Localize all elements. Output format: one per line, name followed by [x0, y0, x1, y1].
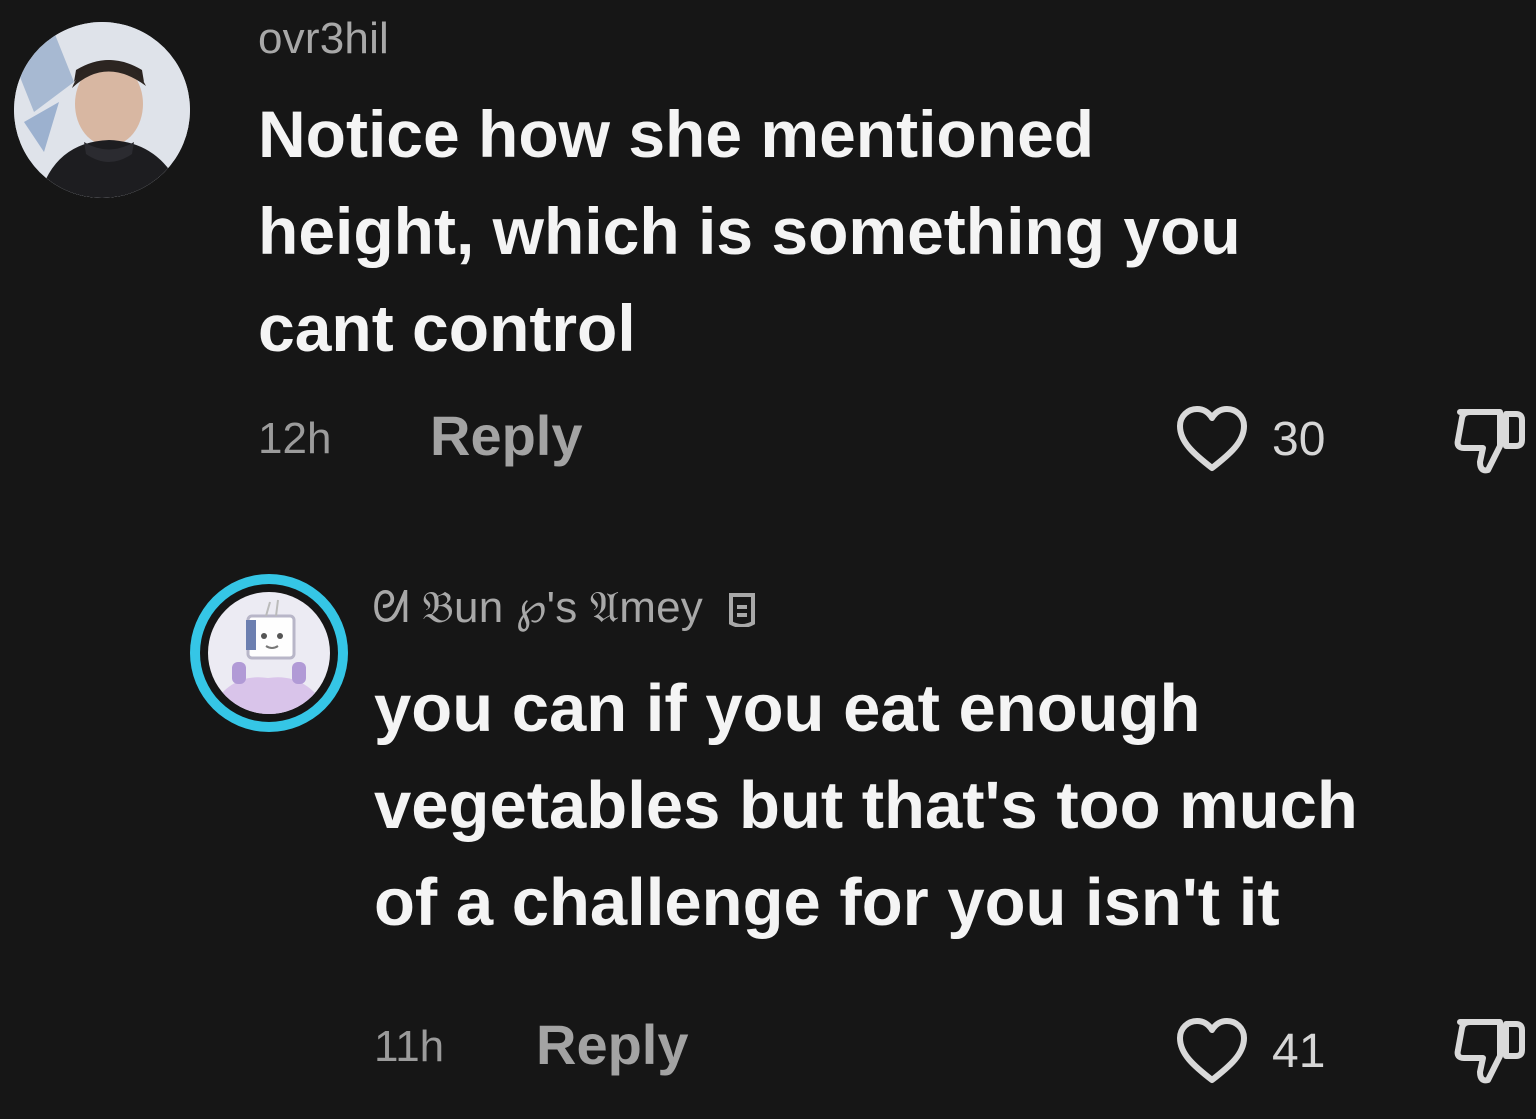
profile-photo-icon	[14, 22, 190, 198]
thumbs-down-icon	[1454, 1019, 1525, 1084]
reply-button[interactable]: Reply	[430, 403, 583, 468]
like-count: 41	[1272, 1024, 1326, 1078]
username-text: ᘛ 𝔅un ℘'s 𝔄mey	[372, 583, 704, 632]
badge-icon	[729, 593, 756, 628]
comment-username[interactable]: ovr3hil	[258, 14, 389, 64]
like-button[interactable]: 41	[1174, 1016, 1325, 1086]
reply-button[interactable]: Reply	[536, 1012, 689, 1077]
comment-username[interactable]: ᘛ 𝔅un ℘'s 𝔄mey	[372, 582, 757, 633]
dislike-button[interactable]	[1450, 1012, 1530, 1097]
comment-item: ᘛ 𝔅un ℘'s 𝔄mey you can if you eat enough…	[0, 560, 1536, 1119]
comment-timestamp: 11h	[374, 1022, 445, 1071]
avatar[interactable]	[14, 22, 190, 198]
like-button[interactable]: 30	[1174, 404, 1325, 474]
heart-outline-icon	[1177, 1018, 1247, 1083]
heart-outline-icon	[1177, 406, 1247, 471]
like-count: 30	[1272, 412, 1326, 466]
comment-timestamp: 12h	[258, 414, 332, 463]
comment-text: Notice how she mentioned height, which i…	[258, 97, 1241, 365]
cartoon-avatar-icon	[208, 592, 330, 714]
comment-text: you can if you eat enough vegetables but…	[374, 671, 1358, 940]
dislike-button[interactable]	[1450, 402, 1530, 487]
comment-item: ovr3hil Notice how she mentioned height,…	[0, 0, 1536, 520]
thumbs-down-icon	[1454, 409, 1525, 474]
avatar[interactable]	[190, 574, 348, 732]
